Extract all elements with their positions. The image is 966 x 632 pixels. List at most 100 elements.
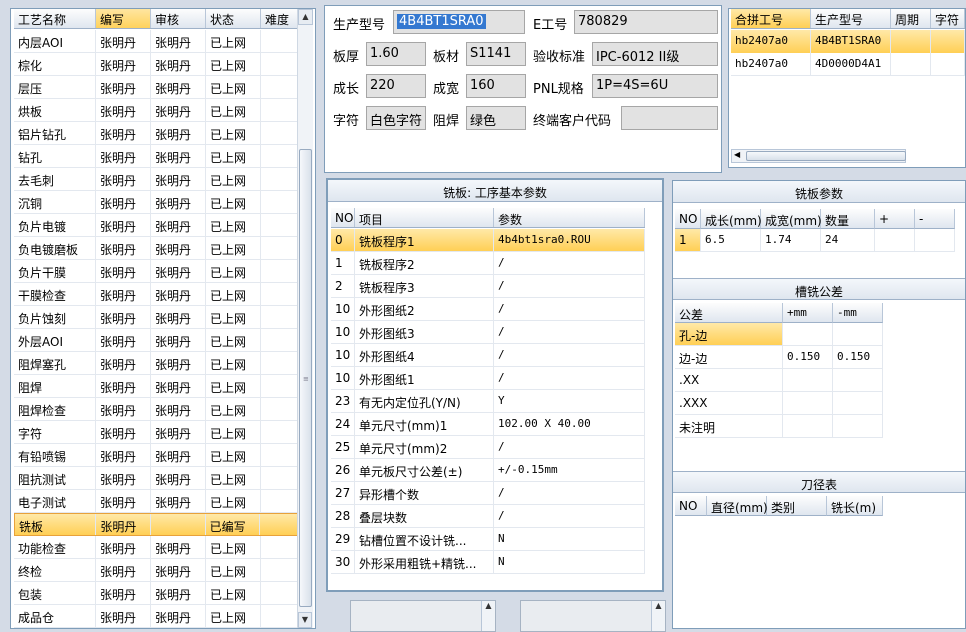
- col-tolerance[interactable]: 公差: [675, 303, 783, 323]
- tolerance-cell[interactable]: 边-边: [675, 346, 783, 369]
- col-merge-char[interactable]: 字符: [931, 9, 965, 28]
- table-row[interactable]: 去毛刺 张明丹 张明丹 已上网: [14, 168, 301, 191]
- mill-param-cell[interactable]: 1.74: [761, 229, 821, 252]
- table-row[interactable]: 钻孔 张明丹 张明丹 已上网: [14, 145, 301, 168]
- table-row[interactable]: 沉铜 张明丹 张明丹 已上网: [14, 191, 301, 214]
- tolerance-cell[interactable]: 0.150: [783, 346, 833, 369]
- col-no[interactable]: NO: [675, 496, 707, 516]
- table-row[interactable]: 外层AOI 张明丹 张明丹 已上网: [14, 329, 301, 352]
- bottom-memo-right[interactable]: ▲: [520, 600, 666, 632]
- mask-field[interactable]: 绿色: [466, 106, 526, 130]
- col-item[interactable]: 项目: [355, 208, 494, 227]
- model-field[interactable]: 4B4BT1SRA0: [393, 10, 525, 34]
- bottom-memo-left[interactable]: ▲: [350, 600, 496, 632]
- table-row[interactable]: 电子测试 张明丹 张明丹 已上网: [14, 490, 301, 513]
- mill-param-cell[interactable]: [875, 229, 915, 252]
- table-row[interactable]: 0 铣板程序1 4b4bt1sra0.ROU: [331, 229, 645, 252]
- table-row[interactable]: hb2407a0 4D0000D4A1: [731, 53, 965, 76]
- table-row[interactable]: 1 铣板程序2/: [331, 252, 645, 275]
- table-row[interactable]: 10 外形图纸4/: [331, 344, 645, 367]
- customer-code-field[interactable]: [621, 106, 718, 130]
- table-row[interactable]: 内层AOI 张明丹 张明丹 已上网: [14, 30, 301, 53]
- tolerance-cell[interactable]: [833, 415, 883, 438]
- table-row[interactable]: 负片干膜 张明丹 张明丹 已上网: [14, 260, 301, 283]
- eno-field[interactable]: 780829: [574, 10, 718, 34]
- mill-param-cell[interactable]: 24: [821, 229, 875, 252]
- col-minus[interactable]: -: [915, 209, 955, 229]
- scroll-down-icon[interactable]: ▼: [298, 612, 312, 628]
- col-author[interactable]: 编写: [96, 9, 151, 28]
- char-field[interactable]: 白色字符: [366, 106, 426, 130]
- col-mill-length[interactable]: 铣长(m): [827, 496, 883, 516]
- tolerance-cell[interactable]: [833, 392, 883, 415]
- table-row[interactable]: 30 外形采用粗铣+精铣... N: [331, 551, 645, 574]
- table-row[interactable]: 烘板 张明丹 张明丹 已上网: [14, 99, 301, 122]
- col-minus-mm[interactable]: -mm: [833, 303, 883, 323]
- table-row[interactable]: 功能检查 张明丹 张明丹 已上网: [14, 536, 301, 559]
- col-diameter[interactable]: 直径(mm): [707, 496, 768, 516]
- table-row[interactable]: 铣板 张明丹 已编写: [14, 513, 301, 536]
- table-row[interactable]: 终检 张明丹 张明丹 已上网: [14, 559, 301, 582]
- table-row[interactable]: 26 单元板尺寸公差(±) +/-0.15mm: [331, 459, 645, 482]
- scroll-thumb[interactable]: [746, 151, 906, 161]
- thickness-field[interactable]: 1.60: [366, 42, 426, 66]
- table-row[interactable]: 28 叠层块数 /: [331, 505, 645, 528]
- tolerance-cell[interactable]: .XX: [675, 369, 783, 392]
- table-row[interactable]: 10 外形图纸3/: [331, 321, 645, 344]
- col-length[interactable]: 成长(mm): [701, 209, 762, 229]
- tolerance-cell[interactable]: .XXX: [675, 392, 783, 415]
- tolerance-cell[interactable]: [833, 323, 883, 346]
- col-merge-no[interactable]: 合拼工号: [731, 9, 811, 28]
- table-row[interactable]: 阻抗测试 张明丹 张明丹 已上网: [14, 467, 301, 490]
- col-type[interactable]: 类别: [767, 496, 827, 516]
- table-row[interactable]: 27 异形槽个数 /: [331, 482, 645, 505]
- tolerance-cell[interactable]: [783, 369, 833, 392]
- table-row[interactable]: 29 钻槽位置不设计铣... N: [331, 528, 645, 551]
- tolerance-cell[interactable]: [783, 323, 833, 346]
- table-row[interactable]: 23 有无内定位孔(Y/N) Y: [331, 390, 645, 413]
- tolerance-cell[interactable]: 未注明: [675, 415, 783, 438]
- col-param[interactable]: 参数: [494, 208, 645, 227]
- table-row[interactable]: 层压 张明丹 张明丹 已上网: [14, 76, 301, 99]
- tolerance-cell[interactable]: 孔-边: [675, 323, 783, 346]
- col-merge-model[interactable]: 生产型号: [811, 9, 891, 28]
- mill-param-cell[interactable]: 1: [675, 229, 701, 252]
- col-width[interactable]: 成宽(mm): [761, 209, 822, 229]
- col-merge-cycle[interactable]: 周期: [891, 9, 931, 28]
- scroll-left-icon[interactable]: ◀: [734, 150, 740, 159]
- table-row[interactable]: 10 外形图纸1/: [331, 367, 645, 390]
- col-status[interactable]: 状态: [206, 9, 261, 28]
- table-row[interactable]: 负电镀磨板 张明丹 张明丹 已上网: [14, 237, 301, 260]
- table-row[interactable]: 干膜检查 张明丹 张明丹 已上网: [14, 283, 301, 306]
- col-no[interactable]: NO: [675, 209, 701, 229]
- table-row[interactable]: 10 外形图纸2/: [331, 298, 645, 321]
- pnl-field[interactable]: 1P=4S=6U: [592, 74, 718, 98]
- col-qty[interactable]: 数量: [821, 209, 875, 229]
- table-row[interactable]: 负片蚀刻 张明丹 张明丹 已上网: [14, 306, 301, 329]
- table-row[interactable]: 2 铣板程序3/: [331, 275, 645, 298]
- tolerance-cell[interactable]: [783, 415, 833, 438]
- table-row[interactable]: 阻焊 张明丹 张明丹 已上网: [14, 375, 301, 398]
- table-row[interactable]: 阻焊检查 张明丹 张明丹 已上网: [14, 398, 301, 421]
- table-row[interactable]: 负片电镀 张明丹 张明丹 已上网: [14, 214, 301, 237]
- table-row[interactable]: 棕化 张明丹 张明丹 已上网: [14, 53, 301, 76]
- tolerance-cell[interactable]: [783, 392, 833, 415]
- table-row[interactable]: 字符 张明丹 张明丹 已上网: [14, 421, 301, 444]
- standard-field[interactable]: IPC-6012 II级: [592, 42, 718, 66]
- col-difficulty[interactable]: 难度: [261, 9, 301, 28]
- table-row[interactable]: 24 单元尺寸(mm)1 102.00 X 40.00: [331, 413, 645, 436]
- width-field[interactable]: 160: [466, 74, 526, 98]
- scroll-up-icon[interactable]: ▲: [298, 9, 313, 25]
- table-row[interactable]: 成品仓 张明丹 张明丹 已上网: [14, 605, 301, 628]
- scroll-thumb[interactable]: ≡: [299, 149, 312, 607]
- merge-hscrollbar[interactable]: ◀: [731, 149, 906, 163]
- table-row[interactable]: 25 单元尺寸(mm)2/: [331, 436, 645, 459]
- tolerance-cell[interactable]: 0.150: [833, 346, 883, 369]
- col-reviewer[interactable]: 审核: [151, 9, 206, 28]
- table-row[interactable]: 包装 张明丹 张明丹 已上网: [14, 582, 301, 605]
- length-field[interactable]: 220: [366, 74, 426, 98]
- table-row[interactable]: hb2407a0 4B4BT1SRA0: [731, 30, 965, 53]
- col-process-name[interactable]: 工艺名称: [14, 9, 96, 28]
- table-row[interactable]: 阻焊塞孔 张明丹 张明丹 已上网: [14, 352, 301, 375]
- scroll-up-icon[interactable]: ▲: [481, 601, 495, 631]
